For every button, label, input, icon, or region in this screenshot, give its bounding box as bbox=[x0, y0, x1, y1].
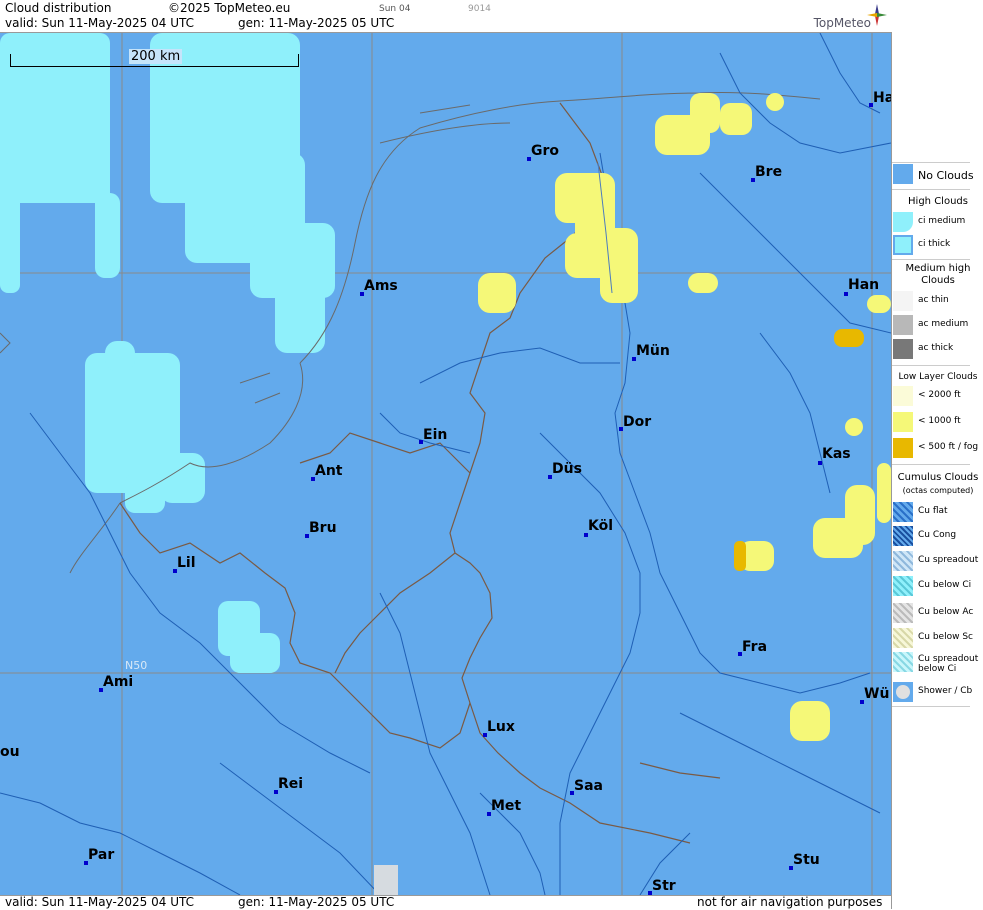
legend-no-clouds: No Clouds bbox=[892, 164, 983, 186]
run-code: 9014 bbox=[468, 4, 491, 14]
scale-bar: 200 km bbox=[10, 49, 299, 67]
city-label: Ams bbox=[360, 278, 398, 296]
map-footer: valid: Sun 11-May-2025 04 UTC gen: 11-Ma… bbox=[0, 895, 891, 910]
legend-panel: No Clouds High Clouds ci medium ci thick… bbox=[891, 32, 983, 909]
latitude-label: N50 bbox=[125, 659, 148, 672]
city-label: Bru bbox=[305, 520, 337, 538]
city-label: Mün bbox=[632, 343, 670, 361]
valid-time: valid: Sun 11-May-2025 04 UTC bbox=[5, 16, 194, 30]
disclaimer: not for air navigation purposes bbox=[697, 895, 883, 909]
city-label: Ein bbox=[419, 427, 447, 444]
city-label: Gro bbox=[527, 143, 559, 161]
run-day-code: Sun 04 bbox=[379, 4, 411, 14]
cirrus-clouds bbox=[0, 33, 335, 673]
city-label: Rei bbox=[274, 776, 303, 794]
coastlines bbox=[0, 91, 821, 574]
map-header: Cloud distribution ©2025 TopMeteo.eu Sun… bbox=[0, 0, 891, 33]
legend-heading: Cumulus Clouds bbox=[897, 472, 979, 483]
legend-subheading: (octas computed) bbox=[902, 486, 974, 495]
city-label: Lux bbox=[483, 719, 515, 737]
city-label: Met bbox=[487, 798, 521, 816]
city-label: Lil bbox=[173, 555, 196, 573]
copyright: ©2025 TopMeteo.eu bbox=[168, 1, 291, 15]
legend-heading: Medium high Clouds bbox=[905, 263, 971, 286]
footer-valid-time: valid: Sun 11-May-2025 04 UTC bbox=[5, 895, 194, 909]
map-title: Cloud distribution bbox=[5, 1, 112, 15]
scale-label: 200 km bbox=[129, 49, 183, 64]
city-label: Str bbox=[648, 878, 676, 895]
city-label: Saa bbox=[570, 778, 603, 795]
generated-time: gen: 11-May-2025 05 UTC bbox=[238, 16, 395, 30]
city-label: Fra bbox=[738, 639, 767, 656]
city-label: Wü bbox=[860, 686, 889, 704]
map-canvas bbox=[0, 33, 891, 895]
city-label: Han bbox=[844, 277, 879, 296]
logo-text: TopMeteo bbox=[813, 16, 871, 30]
city-label: Dor bbox=[619, 414, 651, 431]
city-label: Ha bbox=[869, 90, 891, 107]
city-label: Par bbox=[84, 847, 114, 865]
city-label: Ant bbox=[311, 463, 343, 481]
topmeteo-logo: TopMeteo bbox=[791, 2, 891, 32]
city-label: Bre bbox=[751, 164, 782, 182]
city-label: Kas bbox=[818, 446, 851, 465]
city-label: Stu bbox=[789, 852, 820, 870]
city-label: Ami bbox=[99, 674, 133, 692]
shower-patch bbox=[374, 865, 398, 895]
low-clouds-lt1000 bbox=[478, 93, 891, 741]
city-label: Köl bbox=[584, 518, 613, 537]
city-label: ou bbox=[0, 744, 20, 760]
footer-generated-time: gen: 11-May-2025 05 UTC bbox=[238, 895, 395, 909]
legend-heading: High Clouds bbox=[908, 196, 968, 207]
cloud-map[interactable]: 200 km N50 Gro Bre Ha Ams Han Mün Dor Ei… bbox=[0, 33, 891, 895]
city-label: Düs bbox=[548, 461, 582, 479]
legend-heading: Low Layer Clouds bbox=[898, 372, 978, 382]
